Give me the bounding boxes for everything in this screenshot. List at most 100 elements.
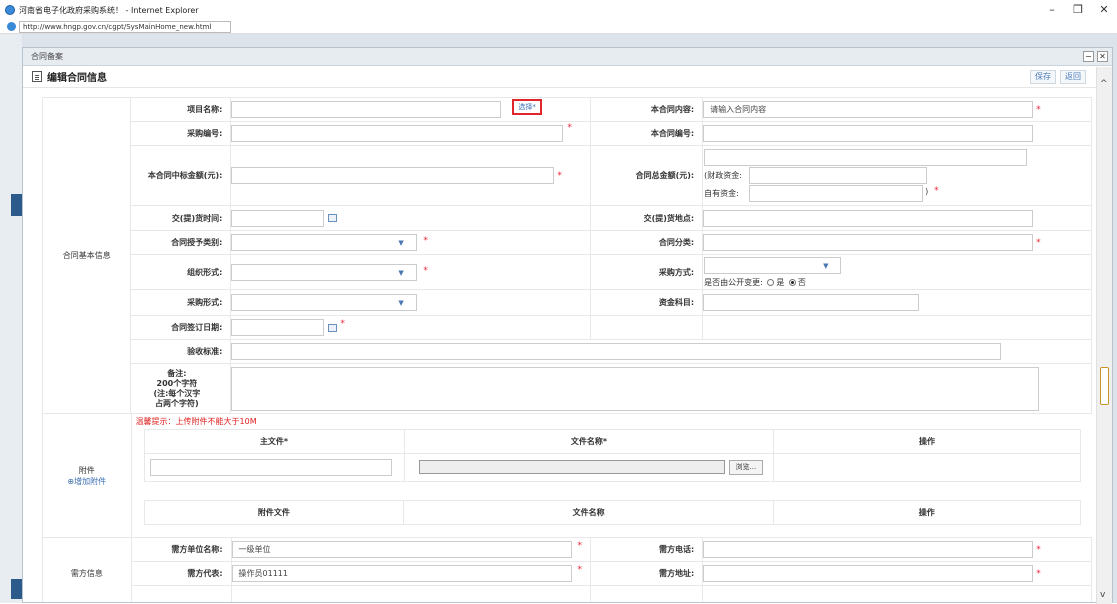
- calendar-icon[interactable]: [328, 214, 338, 222]
- contract-no-label: 本合同编号:: [590, 121, 704, 146]
- buyer-unit-label: 需方单位名称:: [130, 537, 232, 562]
- attachment-table: 附件文件 文件名称 操作: [143, 499, 1081, 525]
- vertical-scrollbar[interactable]: ^ v: [1096, 67, 1112, 604]
- choose-project-button[interactable]: 选择*: [512, 99, 542, 115]
- total-amount-label: 合同总金额(元):: [590, 145, 704, 206]
- contract-content-label: 本合同内容:: [590, 97, 704, 122]
- browse-button[interactable]: 浏览...: [728, 459, 764, 475]
- address-bar: http://www.hngp.gov.cn/cgpt/SysMainHome_…: [0, 20, 1117, 34]
- public-change-row: 是否由公开变更: 是 否: [704, 277, 806, 288]
- org-form-select[interactable]: [231, 263, 418, 281]
- page-title: 编辑合同信息: [47, 73, 107, 84]
- contract-dialog: 合同备案 − ✕ 编辑合同信息 保存 返回 ^ v 合同基本信息 项目名称: 选…: [22, 47, 1113, 604]
- self-fund-label: 自有资金:: [704, 189, 739, 198]
- save-button[interactable]: 保存: [1030, 70, 1056, 84]
- scroll-thumb[interactable]: [1100, 367, 1109, 405]
- main-file-name-input[interactable]: [149, 458, 392, 476]
- collapse-button[interactable]: −: [1083, 51, 1094, 62]
- no-label: 否: [797, 278, 806, 287]
- buyer-group: 需方信息: [42, 537, 132, 602]
- buyer-section: 需方信息 需方单位名称: 一级单位 * 需方电话: * 需方代表: 操作员0111…: [42, 537, 1092, 602]
- contract-no-input[interactable]: [703, 125, 1034, 142]
- scroll-down-icon[interactable]: v: [1100, 590, 1105, 600]
- delivery-time-input[interactable]: [231, 209, 325, 227]
- back-button[interactable]: 返回: [1060, 70, 1086, 84]
- document-icon: [32, 71, 42, 82]
- left-strip: [0, 34, 22, 603]
- total-amount-input[interactable]: [704, 149, 1028, 166]
- close-window-button[interactable]: ✕: [1091, 0, 1117, 20]
- page-icon: [7, 22, 16, 31]
- form-content: 合同基本信息 项目名称: 选择* 本合同内容: 请输入合同内容 * 采购编号: *…: [42, 97, 1092, 602]
- chevron-down-icon[interactable]: ▼: [398, 299, 403, 307]
- public-change-label: 是否由公开变更:: [704, 278, 763, 287]
- delivery-place-input[interactable]: [703, 209, 1034, 227]
- category-select[interactable]: [703, 234, 1034, 251]
- buyer-address-label: 需方地址:: [590, 561, 704, 586]
- add-attachment-label: 增加附件: [74, 476, 107, 486]
- remark-label: 备注: 200个字符 (注:每个汉字 占两个字符): [130, 363, 232, 414]
- main-file-header: 主文件*: [143, 428, 405, 454]
- contract-form: 合同基本信息 项目名称: 选择* 本合同内容: 请输入合同内容 * 采购编号: *…: [42, 97, 1092, 414]
- fiscal-fund-input[interactable]: [749, 167, 928, 184]
- buyer-rep-label: 需方代表:: [130, 561, 232, 586]
- purchase-no-input[interactable]: [231, 125, 564, 142]
- attachment-file-header: 附件文件: [143, 499, 405, 525]
- yes-radio[interactable]: [767, 279, 775, 286]
- project-name-input[interactable]: [231, 101, 502, 118]
- window-title: 河南省电子化政府采购系统！ - Internet Explorer: [19, 5, 199, 15]
- scroll-up-icon[interactable]: ^: [1100, 79, 1108, 89]
- award-type-select[interactable]: [231, 234, 418, 251]
- remark-line: 200个字符: [156, 378, 198, 388]
- attachment-op-header: 操作: [772, 499, 1081, 525]
- contract-content-input[interactable]: 请输入合同内容: [703, 101, 1034, 118]
- chevron-down-icon[interactable]: ▼: [398, 269, 403, 277]
- acceptance-label: 验收标准:: [130, 339, 232, 364]
- chevron-down-icon[interactable]: ▼: [398, 239, 403, 247]
- attachment-group: 附件 ⊕增加附件: [42, 413, 132, 538]
- url-field[interactable]: http://www.hngp.gov.cn/cgpt/SysMainHome_…: [19, 20, 231, 33]
- dialog-tab-title: 合同备案: [31, 52, 63, 61]
- title-bar: 河南省电子化政府采购系统！ - Internet Explorer – ❐ ✕: [0, 0, 1117, 20]
- attachment-name-header: 文件名称: [403, 499, 774, 525]
- org-form-label: 组织形式:: [130, 254, 232, 290]
- buyer-rep-input[interactable]: 操作员01111: [231, 565, 572, 582]
- form-toolbar: 编辑合同信息 保存 返回: [23, 66, 1112, 88]
- basic-info-group: 合同基本信息: [42, 97, 132, 414]
- operation-header: 操作: [773, 428, 1081, 454]
- purchase-method-label: 采购方式:: [590, 254, 704, 290]
- remark-textarea[interactable]: [231, 366, 1040, 411]
- self-fund-input[interactable]: [749, 185, 924, 202]
- remark-line: 备注:: [167, 368, 187, 378]
- acceptance-input[interactable]: [231, 343, 1002, 360]
- remark-line: 占两个字符): [155, 398, 199, 408]
- attachment-section: 附件 ⊕增加附件 温馨提示：上传附件不能大于10M 主文件* 文件名称* 操作: [42, 413, 1092, 538]
- upload-warning: 温馨提示：上传附件不能大于10M: [135, 416, 257, 426]
- buyer-unit-input[interactable]: 一级单位: [231, 541, 572, 558]
- restore-button[interactable]: ❐: [1065, 0, 1091, 20]
- buyer-phone-label: 需方电话:: [590, 537, 704, 562]
- file-path-input[interactable]: [418, 460, 725, 474]
- file-name-header: 文件名称*: [403, 428, 775, 454]
- purchase-form-select[interactable]: [231, 294, 418, 311]
- winning-amount-label: 本合同中标金额(元):: [130, 145, 232, 206]
- sign-date-input[interactable]: [231, 319, 325, 336]
- purchase-no-label: 采购编号:: [130, 121, 232, 146]
- no-radio[interactable]: [788, 279, 796, 286]
- chevron-down-icon[interactable]: ▼: [823, 262, 828, 270]
- delivery-time-label: 交(提)货时间:: [130, 205, 232, 231]
- ie-icon: [5, 5, 15, 15]
- buyer-phone-input[interactable]: [703, 541, 1034, 558]
- fund-subject-input[interactable]: [703, 294, 920, 311]
- winning-amount-input[interactable]: [231, 167, 555, 184]
- minimize-button[interactable]: –: [1039, 0, 1065, 20]
- add-attachment-link[interactable]: ⊕增加附件: [43, 476, 131, 487]
- purchase-form-label: 采购形式:: [130, 289, 232, 316]
- category-label: 合同分类:: [590, 230, 704, 255]
- purchase-method-select[interactable]: [704, 257, 842, 274]
- buyer-address-input[interactable]: [703, 565, 1034, 582]
- calendar-icon[interactable]: [328, 323, 338, 332]
- main-file-table: 主文件* 文件名称* 操作 浏览...: [143, 428, 1081, 482]
- delivery-place-label: 交(提)货地点:: [590, 205, 704, 231]
- close-dialog-button[interactable]: ✕: [1097, 51, 1108, 62]
